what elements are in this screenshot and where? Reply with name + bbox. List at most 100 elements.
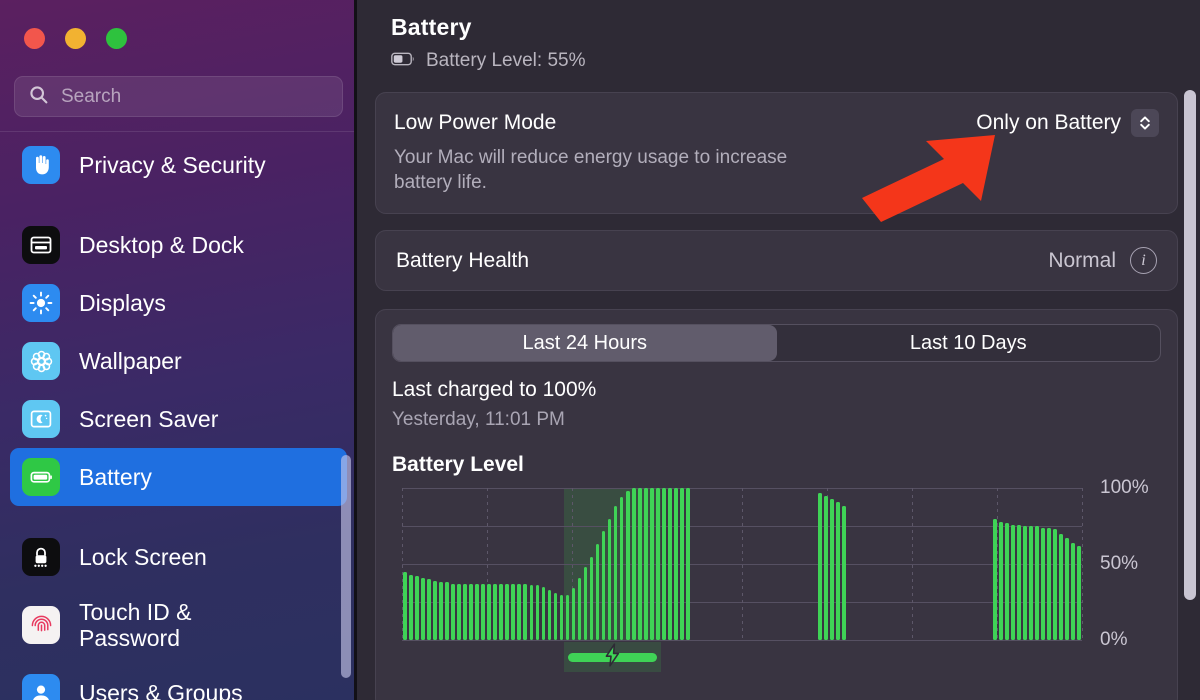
chart-bar	[679, 488, 684, 641]
chart-bar	[1028, 526, 1033, 641]
sidebar-item-lock-screen[interactable]: Lock Screen	[10, 528, 347, 586]
chart-bar	[445, 582, 449, 641]
chart-bar	[529, 585, 534, 641]
low-power-mode-card: Low Power Mode Only on Battery Your Mac …	[375, 92, 1178, 215]
chart-bar	[559, 594, 564, 641]
last-charged-time: Yesterday, 11:01 PM	[392, 409, 565, 431]
chart-bar	[499, 583, 504, 641]
usage-period-tabs[interactable]: Last 24 Hours Last 10 Days	[392, 324, 1161, 363]
sidebar-item-screen-saver[interactable]: Screen Saver	[10, 390, 347, 448]
chart-bar	[1059, 533, 1063, 641]
search-input[interactable]	[61, 85, 329, 108]
chart-y-tick-label: 50%	[1100, 553, 1139, 575]
chart-bar	[517, 583, 522, 641]
chart-bar	[475, 583, 480, 641]
tab-last-24-hours[interactable]: Last 24 Hours	[393, 325, 777, 362]
chart-bar	[553, 593, 558, 641]
battery-level-text: Battery Level: 55%	[426, 50, 586, 71]
chart-bar	[595, 544, 600, 641]
chart-bar	[487, 583, 492, 641]
chart-heading: Battery Level	[392, 453, 524, 477]
chart-bar	[842, 506, 847, 641]
chart-bar	[481, 583, 486, 641]
battery-health-row[interactable]: Battery Health Normal i	[396, 247, 1157, 275]
sidebar-scrollbar[interactable]	[341, 455, 351, 678]
chevron-up-down-icon[interactable]	[1131, 109, 1159, 137]
chart-bar	[631, 488, 636, 641]
battery-health-value: Normal	[1048, 248, 1116, 272]
main-scrollbar[interactable]	[1184, 90, 1196, 600]
battery-health-title: Battery Health	[396, 248, 530, 272]
tab-label: Last 10 Days	[909, 331, 1027, 354]
sidebar-item-touch-id-password[interactable]: Touch ID & Password	[10, 586, 347, 664]
sidebar-item-displays[interactable]: Displays	[10, 274, 347, 332]
sidebar: Privacy & Security Desktop & Dock	[0, 0, 357, 700]
chart-bar	[655, 488, 660, 641]
chart-bar	[565, 594, 570, 641]
chart-plot-area	[402, 488, 1083, 642]
chart-bar	[451, 583, 455, 641]
chart-bar	[818, 492, 823, 641]
chart-bar	[1010, 524, 1015, 641]
chart-bar	[667, 488, 672, 641]
chart-bar	[1035, 526, 1039, 641]
window-traffic-lights	[0, 0, 357, 49]
chart-bar	[830, 498, 835, 641]
chart-bar	[1016, 524, 1021, 641]
sidebar-item-label: Wallpaper	[79, 347, 182, 374]
info-circle-icon[interactable]: i	[1130, 247, 1157, 275]
chart-bar	[824, 495, 829, 641]
chart-bar	[601, 530, 606, 641]
chart-bar	[547, 590, 552, 641]
chart-bar	[1022, 526, 1027, 641]
sidebar-item-label: Displays	[79, 289, 166, 316]
sidebar-item-label: Privacy & Security	[79, 151, 266, 178]
zoom-button[interactable]	[106, 28, 127, 49]
window-icon	[22, 226, 60, 264]
flower-icon	[22, 342, 60, 380]
chart-bar	[577, 577, 582, 641]
chart-bar	[535, 585, 540, 641]
chart-bar	[1077, 545, 1081, 641]
sidebar-item-label: Battery	[79, 463, 152, 490]
users-icon	[22, 674, 60, 700]
battery-half-icon	[391, 50, 415, 72]
sidebar-item-privacy-security[interactable]: Privacy & Security	[10, 136, 347, 194]
sidebar-item-desktop-dock[interactable]: Desktop & Dock	[10, 216, 347, 274]
chart-bar	[998, 521, 1003, 641]
battery-usage-card: Last 24 Hours Last 10 Days Last charged …	[375, 309, 1178, 700]
low-power-mode-row: Low Power Mode Only on Battery	[394, 109, 1159, 137]
chart-bar	[613, 506, 618, 641]
chart-bar	[439, 582, 443, 641]
sidebar-item-label: Screen Saver	[79, 405, 219, 432]
battery-health-card: Battery Health Normal i	[375, 230, 1178, 292]
chart-y-tick-label: 0%	[1100, 629, 1128, 651]
tab-label: Last 24 Hours	[522, 331, 647, 354]
minimize-button[interactable]	[65, 28, 86, 49]
main-panel: Battery Battery Level: 55% Low Power Mod…	[357, 0, 1200, 700]
close-button[interactable]	[24, 28, 45, 49]
search-field[interactable]	[14, 76, 343, 117]
chart-bar	[649, 488, 654, 641]
charging-indicator-strip	[564, 642, 661, 673]
padlock-icon	[22, 538, 60, 576]
chart-bar	[836, 501, 841, 641]
low-power-mode-popup[interactable]: Only on Battery	[976, 109, 1159, 137]
chart-y-axis-labels: 100% 50% 0%	[1092, 477, 1182, 650]
sidebar-item-label: Users & Groups	[79, 679, 243, 700]
sidebar-item-wallpaper[interactable]: Wallpaper	[10, 332, 347, 390]
battery-icon	[22, 458, 60, 496]
tab-last-10-days[interactable]: Last 10 Days	[777, 325, 1161, 361]
chart-bar	[1065, 538, 1069, 641]
chart-bar	[469, 583, 474, 641]
chart-bar	[1047, 527, 1051, 641]
sidebar-item-battery[interactable]: Battery	[10, 448, 347, 506]
low-power-mode-value: Only on Battery	[976, 111, 1121, 134]
chart-bar	[673, 488, 678, 641]
chart-y-tick-label: 100%	[1100, 477, 1149, 499]
chart-bar	[571, 588, 576, 641]
sidebar-item-users-groups[interactable]: Users & Groups	[10, 664, 347, 700]
chart-bar	[643, 488, 648, 641]
chart-bar	[685, 488, 690, 641]
